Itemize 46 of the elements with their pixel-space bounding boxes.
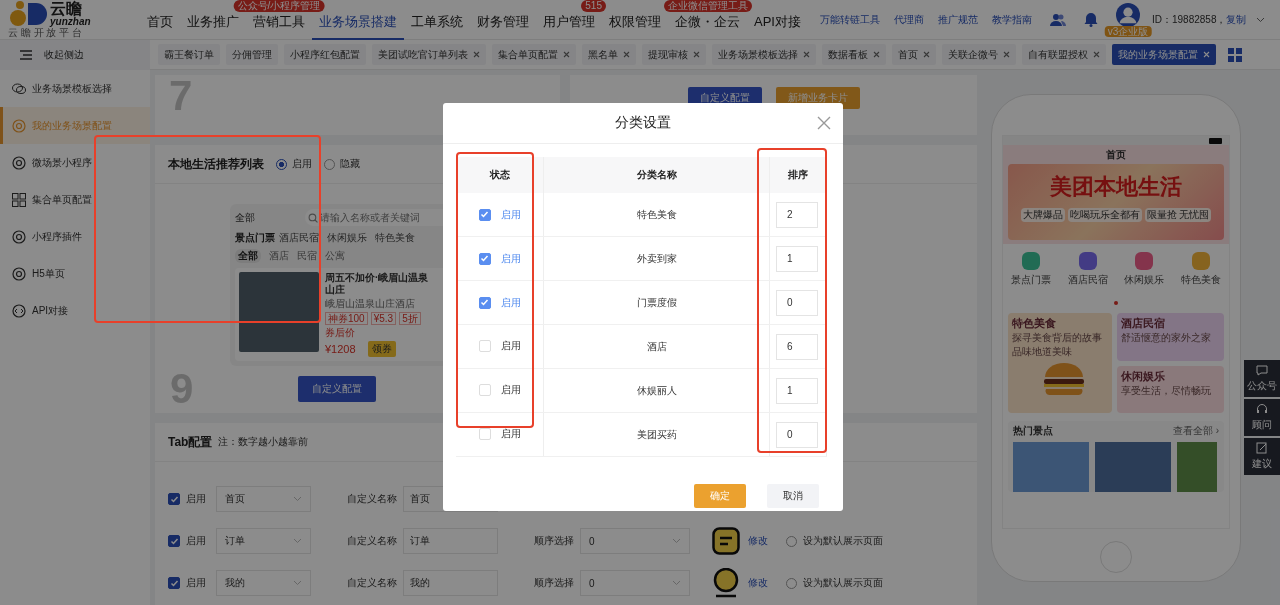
- promo-title: 休闲娱乐: [1121, 368, 1166, 384]
- promo-text: 舒适惬意的家外之家: [1121, 331, 1212, 345]
- nav-badge: 公众号/小程序管理: [233, 0, 325, 12]
- table-cell: 特色美食: [543, 193, 770, 237]
- promo-title: 酒店民宿: [1121, 316, 1166, 331]
- user-id: ID：19882858，: [1151, 12, 1227, 27]
- dialog-title: 分类设置: [615, 114, 671, 132]
- nav-badge: 515: [581, 0, 606, 12]
- coupon-tag: ¥5.3: [370, 312, 397, 325]
- plan-badge: v3企业版: [1104, 25, 1152, 37]
- nav-badge: 企业微信管理工具: [663, 0, 752, 12]
- page-title: 首页: [1106, 148, 1126, 162]
- banner-chip: 限量抢 无忧囤: [1144, 208, 1212, 222]
- coupon-tag: 5折: [399, 312, 421, 325]
- column-header: 排序: [769, 157, 827, 193]
- column-header: 状态: [456, 157, 544, 193]
- table-cell: 门票度假: [543, 280, 770, 325]
- promo-text: 探寻美食背后的故事: [1012, 331, 1103, 345]
- section-title: 本地生活推荐列表: [168, 155, 264, 173]
- field-label: 自定义名称: [347, 534, 397, 548]
- banner-title: 美团本地生活: [1050, 173, 1182, 201]
- field-label: 自定义名称: [347, 492, 397, 506]
- banner-chip: 吃喝玩乐全都有: [1067, 208, 1142, 222]
- promo-title: 特色美食: [1012, 316, 1057, 331]
- section-note: 注：数字越小越靠前: [218, 435, 309, 449]
- promo-text: 品味地道美味: [1012, 345, 1073, 359]
- logo-latin: yunzhan: [50, 17, 92, 27]
- logo-name: 云瞻: [50, 1, 82, 17]
- field-label: 顺序选择: [534, 576, 574, 590]
- price-label: 券后价: [325, 326, 356, 340]
- column-header: 分类名称: [543, 157, 770, 193]
- coupon-tag: 神券100: [325, 312, 368, 325]
- item-subtitle: 峨眉山温泉山庄酒店: [325, 297, 416, 311]
- table-cell: 酒店: [543, 324, 770, 369]
- table-cell: 美团买药: [543, 412, 770, 457]
- promo-text: 享受生活，尽情畅玩: [1121, 383, 1212, 398]
- section-title: 热门景点: [1013, 424, 1053, 438]
- logo-slogan: 云 瞻 开 放 平 台: [8, 27, 82, 38]
- field-label: 自定义名称: [347, 576, 397, 590]
- field-label: 顺序选择: [534, 534, 574, 548]
- banner-chip: 大牌爆品: [1020, 208, 1065, 222]
- table-cell: 外卖到家: [543, 236, 770, 281]
- section-title: Tab配置: [168, 433, 213, 451]
- price: ¥1208: [325, 343, 356, 355]
- table-cell: 休娱丽人: [543, 368, 770, 413]
- item-title: 周五不加价·峨眉山温泉山庄: [325, 272, 430, 296]
